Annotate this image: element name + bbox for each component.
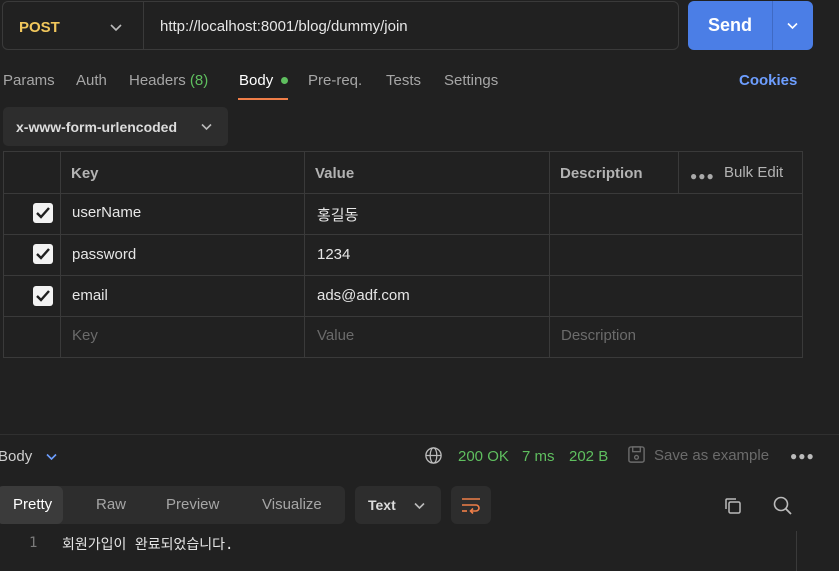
view-preview[interactable]: Preview (166, 496, 219, 513)
param-key[interactable]: userName (72, 204, 141, 221)
tab-headers[interactable]: Headers (8) (129, 72, 208, 89)
row-checkbox[interactable] (33, 244, 53, 264)
divider (678, 152, 679, 193)
response-body-text: 회원가입이 완료되었습니다. (62, 537, 234, 553)
param-key[interactable]: password (72, 246, 136, 263)
new-value-input[interactable]: Value (317, 327, 354, 344)
more-options-icon[interactable]: ●●● (790, 449, 815, 463)
wrap-lines-button[interactable] (451, 486, 491, 524)
response-time[interactable]: 7 ms (522, 448, 555, 465)
param-value[interactable]: 1234 (317, 246, 350, 263)
divider (772, 1, 773, 50)
send-button[interactable]: Send (688, 1, 813, 50)
save-as-example-button[interactable]: Save as example (654, 447, 769, 464)
tab-tests[interactable]: Tests (386, 72, 421, 89)
format-label: Text (368, 497, 396, 513)
url-bar: POST http://localhost:8001/blog/dummy/jo… (2, 1, 679, 50)
url-input[interactable]: http://localhost:8001/blog/dummy/join (160, 18, 408, 35)
tab-pre-request[interactable]: Pre-req. (308, 72, 362, 89)
row-checkbox[interactable] (33, 203, 53, 223)
param-key[interactable]: email (72, 287, 108, 304)
send-label: Send (708, 15, 753, 35)
tab-body[interactable]: Body (239, 72, 273, 89)
divider (4, 275, 802, 276)
chevron-down-icon[interactable] (109, 20, 123, 34)
body-indicator-dot (281, 77, 288, 84)
column-header-description: Description (560, 165, 643, 182)
line-number: 1 (29, 535, 38, 551)
chevron-down-icon[interactable] (786, 19, 799, 32)
divider (4, 193, 802, 194)
row-checkbox[interactable] (33, 286, 53, 306)
save-icon (628, 446, 645, 463)
status-code[interactable]: 200 OK (458, 448, 509, 465)
active-tab-underline (238, 98, 288, 100)
view-pretty[interactable]: Pretty (13, 496, 52, 513)
search-icon[interactable] (772, 495, 793, 516)
divider (549, 152, 550, 357)
form-data-table: Key Value Description ●●● Bulk Edit user… (3, 151, 803, 358)
divider (4, 234, 802, 235)
body-type-label: x-www-form-urlencoded (16, 119, 178, 135)
cookies-link[interactable]: Cookies (739, 72, 797, 89)
tab-settings[interactable]: Settings (444, 72, 498, 89)
chevron-down-icon (201, 123, 212, 131)
new-description-input[interactable]: Description (561, 327, 636, 344)
view-raw[interactable]: Raw (96, 496, 126, 513)
divider (0, 434, 839, 435)
copy-icon[interactable] (723, 496, 743, 516)
view-visualize[interactable]: Visualize (262, 496, 322, 513)
response-size[interactable]: 202 B (569, 448, 608, 465)
tab-headers-label: Headers (129, 72, 186, 89)
headers-count-badge: (8) (189, 72, 209, 89)
chevron-down-icon[interactable] (45, 450, 58, 463)
response-body-label[interactable]: Body (0, 448, 32, 465)
format-select[interactable]: Text (355, 486, 441, 524)
param-value[interactable]: 홍길동 (317, 204, 358, 225)
divider (4, 316, 802, 317)
method-select[interactable]: POST (19, 19, 60, 36)
new-key-input[interactable]: Key (72, 327, 98, 344)
column-header-value: Value (315, 165, 355, 182)
chevron-down-icon (414, 502, 425, 510)
globe-icon[interactable] (424, 446, 443, 465)
divider (304, 152, 305, 357)
wrap-lines-icon (462, 498, 480, 514)
param-value[interactable]: ads@adf.com (317, 287, 410, 304)
tab-auth[interactable]: Auth (76, 72, 107, 89)
bulk-edit-button[interactable]: Bulk Edit (724, 164, 783, 181)
scrollbar[interactable] (796, 531, 797, 571)
tab-params[interactable]: Params (3, 72, 55, 89)
body-type-select[interactable]: x-www-form-urlencoded (3, 107, 228, 146)
more-options-icon[interactable]: ●●● (690, 169, 715, 183)
divider (60, 152, 61, 357)
response-view-tabs: Pretty Raw Preview Visualize (0, 486, 345, 524)
divider (143, 2, 144, 49)
column-header-key: Key (71, 165, 99, 182)
